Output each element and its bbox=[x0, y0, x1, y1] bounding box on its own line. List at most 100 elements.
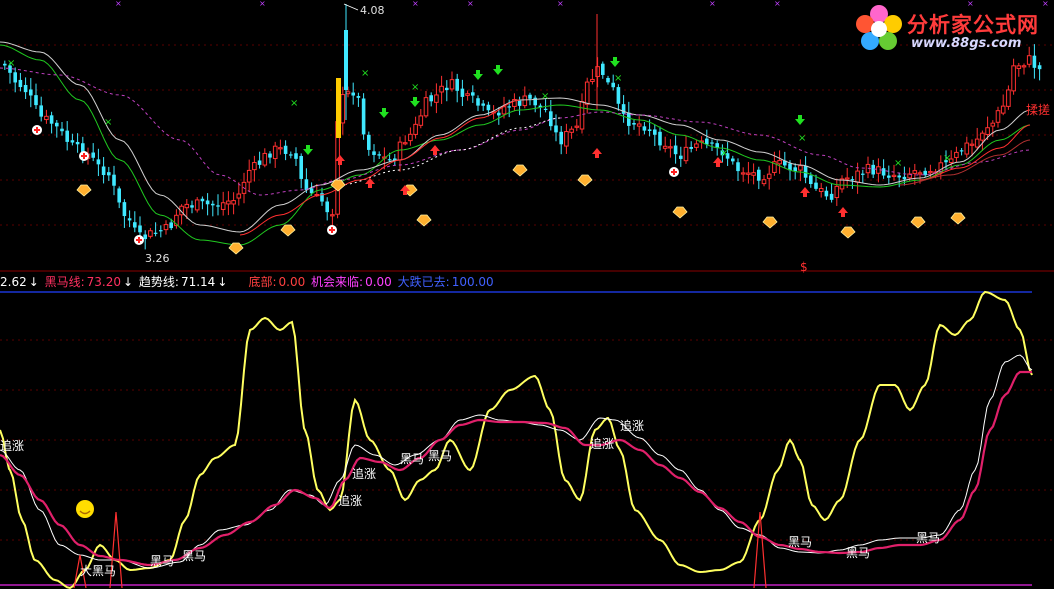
watermark-brand: 分析家公式网 bbox=[907, 13, 1039, 37]
candle-body bbox=[689, 147, 693, 149]
indicator-legend: 2.62 ↓ 黑马线: 73.20 ↓ 趋势线: 71.14 ↓ 底部: 0.00 机会来临… bbox=[0, 273, 496, 289]
candle-body bbox=[226, 200, 231, 205]
candle-body bbox=[658, 131, 662, 146]
top-tick-mark: × bbox=[557, 0, 564, 8]
candle-body bbox=[1016, 65, 1022, 69]
diamond-icon bbox=[950, 212, 966, 225]
top-tick-mark: × bbox=[709, 0, 716, 8]
candle-body bbox=[777, 159, 782, 165]
annotation-label: 黑马 bbox=[788, 535, 812, 549]
candle-body bbox=[138, 225, 142, 233]
candle-body bbox=[834, 185, 840, 199]
legend-trend-label: 趋势线: bbox=[138, 275, 179, 289]
green-x-icon: × bbox=[411, 82, 419, 93]
candle-body bbox=[429, 95, 433, 102]
green-arrow-down-icon bbox=[473, 70, 483, 80]
legend-fall-label: 大跌已去: bbox=[397, 275, 450, 289]
candle-body bbox=[507, 106, 511, 108]
candle-body bbox=[304, 179, 309, 190]
candle-body bbox=[668, 146, 673, 149]
red-arrow-up-icon bbox=[838, 207, 848, 217]
candle-body bbox=[163, 224, 169, 231]
legend-bottom-label: 底部: bbox=[248, 275, 277, 289]
green-arrow-down-icon bbox=[379, 108, 389, 118]
candle-body bbox=[985, 127, 990, 135]
green-x-icon: × bbox=[290, 98, 298, 109]
diamond-icon bbox=[76, 184, 92, 197]
candle-body bbox=[330, 214, 335, 217]
right-edge-signal-label: 揉搓 bbox=[1026, 102, 1050, 117]
candle-body bbox=[595, 66, 600, 78]
annotation-label: 黑马 bbox=[400, 452, 424, 466]
green-x-icon: × bbox=[614, 73, 622, 84]
candle-body bbox=[127, 218, 132, 221]
candle-body bbox=[340, 94, 346, 124]
ma-red-line bbox=[239, 99, 521, 236]
diamond-icon bbox=[672, 206, 688, 219]
candle-body bbox=[710, 142, 714, 144]
candle-body bbox=[642, 126, 647, 131]
candle-body bbox=[345, 91, 351, 95]
candle-body bbox=[740, 172, 746, 175]
price-low-label: 3.26 bbox=[145, 252, 170, 265]
annotation-label: 黑马 bbox=[150, 554, 174, 568]
candle-body bbox=[559, 131, 563, 145]
candle-body bbox=[200, 198, 205, 202]
candle-body bbox=[912, 170, 918, 174]
candle-body bbox=[1037, 65, 1042, 70]
candle-body bbox=[236, 193, 242, 199]
candle-body bbox=[543, 108, 548, 110]
green-x-icon: × bbox=[541, 91, 549, 102]
candle-body bbox=[871, 164, 875, 175]
candle-body bbox=[1021, 65, 1027, 68]
candle-body bbox=[169, 222, 173, 229]
candle-body bbox=[928, 170, 933, 174]
candle-body bbox=[501, 106, 507, 115]
moving-averages bbox=[0, 41, 1031, 246]
candle-body bbox=[294, 153, 298, 159]
candle-body bbox=[850, 179, 855, 181]
candle-body bbox=[148, 230, 153, 237]
candle-body bbox=[184, 203, 190, 209]
annotation-label: 黑马 bbox=[846, 546, 870, 560]
red-arrow-up-icon bbox=[430, 145, 440, 155]
candle-body bbox=[194, 199, 200, 211]
candle-body bbox=[402, 142, 408, 145]
candle-body bbox=[1026, 55, 1032, 65]
grid-lines: × × × × × × × × × bbox=[0, 0, 1054, 586]
candle-body bbox=[757, 169, 761, 181]
candle-body bbox=[445, 87, 449, 91]
diamond-icon bbox=[910, 216, 926, 229]
candle-body bbox=[980, 132, 985, 141]
annotation-label: 追涨 bbox=[620, 418, 644, 433]
candle-body bbox=[18, 79, 23, 88]
candle-body bbox=[356, 96, 361, 98]
candle-body bbox=[887, 175, 891, 178]
legend-bottom-value: 0.00 bbox=[278, 275, 306, 289]
green-x-icon: × bbox=[894, 158, 902, 169]
candle-body bbox=[564, 131, 569, 147]
chart-canvas: × × × × × × × × × ×××××××××× ×$ 追涨追涨追涨追涨追涨黑马 黑马黑马黑… bbox=[0, 0, 1054, 589]
dollar-signal-icon: $ bbox=[800, 260, 808, 274]
candle-body bbox=[246, 169, 252, 183]
candle-body bbox=[455, 78, 459, 91]
top-tick-mark: × bbox=[259, 0, 266, 8]
arrow-down-icon: ↓ bbox=[28, 275, 39, 289]
candle-body bbox=[746, 172, 751, 175]
candle-body bbox=[715, 143, 719, 148]
candle-body bbox=[262, 152, 268, 166]
legend-heima-value: 73.20 bbox=[86, 275, 122, 289]
candle-body bbox=[481, 103, 485, 106]
annotation-label: 追涨 bbox=[0, 438, 24, 453]
candle-body bbox=[418, 115, 424, 126]
candle-body bbox=[969, 143, 975, 146]
diamond-icon bbox=[577, 174, 593, 187]
candle-body bbox=[423, 97, 429, 117]
ma-white-line bbox=[0, 41, 1031, 233]
green-arrow-down-icon bbox=[795, 115, 805, 125]
arrow-down-icon: ↓ bbox=[123, 275, 134, 289]
candle-body bbox=[278, 147, 283, 150]
candle-body bbox=[621, 104, 626, 114]
candle-body bbox=[798, 165, 803, 171]
candle-body bbox=[731, 158, 735, 162]
